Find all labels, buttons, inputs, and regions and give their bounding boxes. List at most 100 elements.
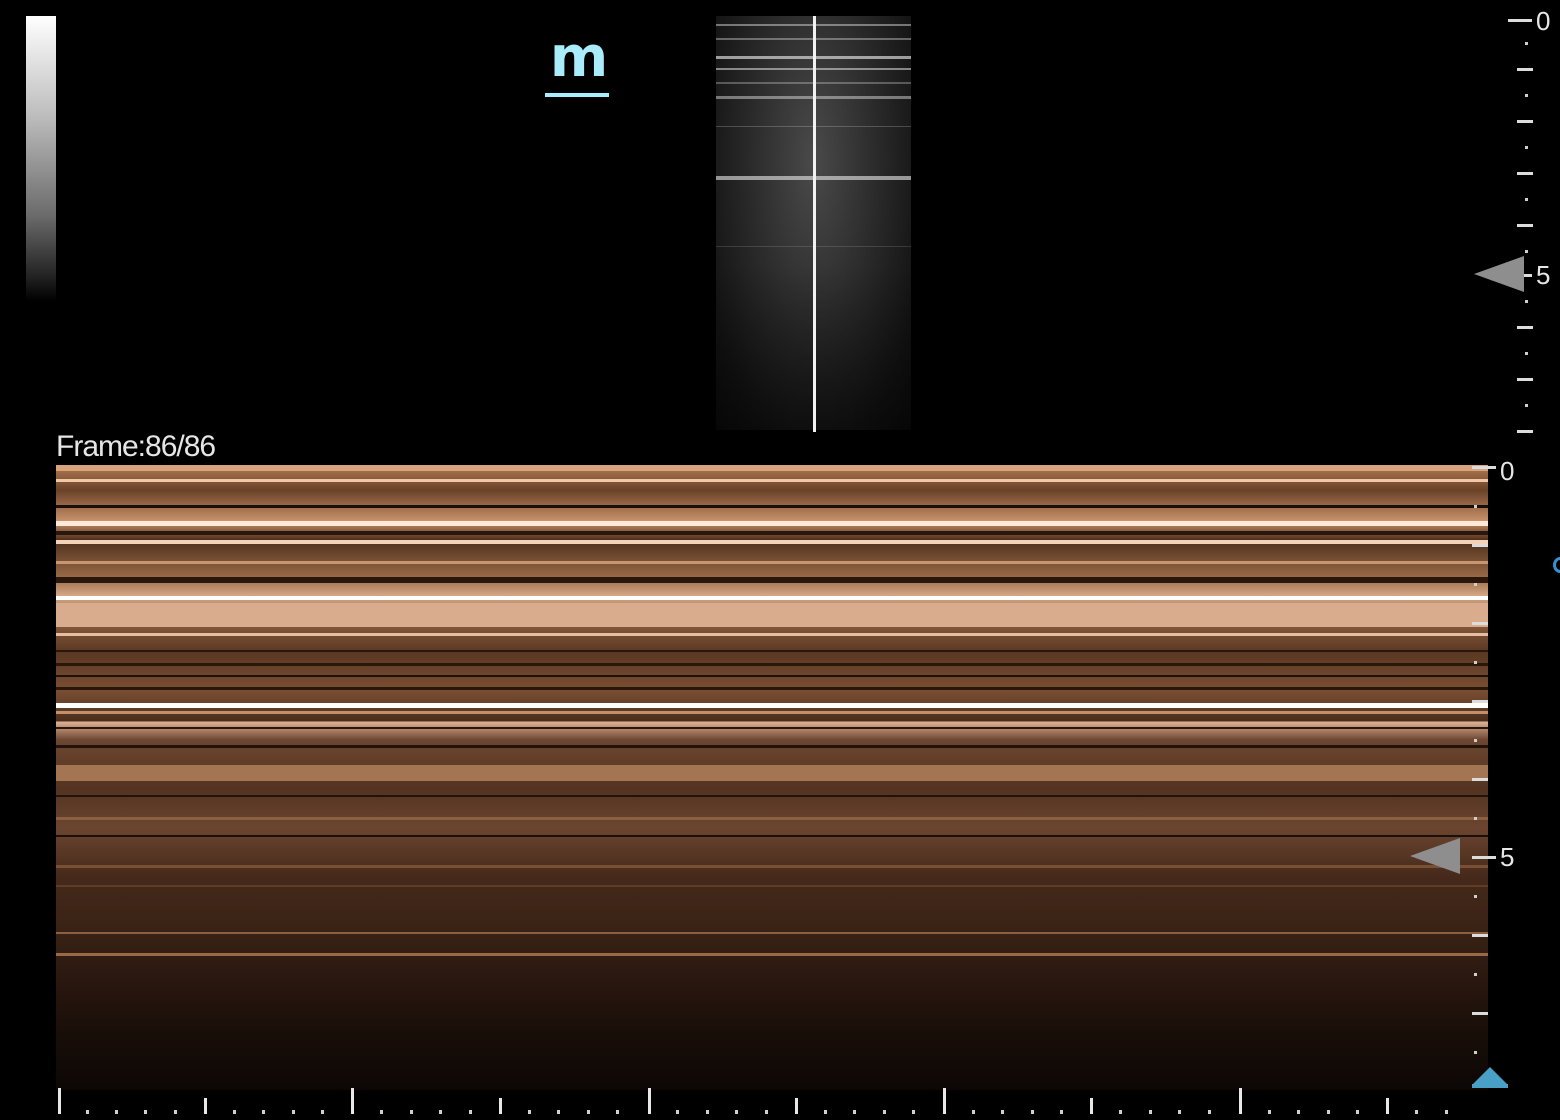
mmode-echo-band bbox=[56, 745, 1488, 748]
time-tick bbox=[380, 1110, 383, 1114]
mmode-cursor-line[interactable] bbox=[813, 16, 816, 432]
depth-tick bbox=[1472, 934, 1488, 937]
mmode-echo-band bbox=[56, 675, 1488, 677]
time-tick-major bbox=[1239, 1088, 1242, 1114]
time-tick bbox=[557, 1110, 560, 1114]
mmode-echo-band bbox=[56, 835, 1488, 837]
depth-tick-dot bbox=[1525, 352, 1528, 355]
time-tick bbox=[1445, 1110, 1448, 1114]
timeline-position-base bbox=[1472, 1084, 1508, 1088]
depth-tick bbox=[1517, 68, 1533, 71]
mmode-echo-band bbox=[56, 531, 1488, 535]
depth-tick bbox=[1517, 224, 1533, 227]
time-tick bbox=[1415, 1110, 1418, 1114]
depth-tick-dot bbox=[1474, 505, 1477, 508]
mmode-pleural-band bbox=[56, 596, 1488, 600]
time-tick-mid bbox=[499, 1098, 502, 1114]
time-tick bbox=[912, 1110, 915, 1114]
timeline-position-icon[interactable] bbox=[1472, 1067, 1508, 1085]
depth-tick-dot bbox=[1525, 300, 1528, 303]
mmode-echo-band bbox=[56, 633, 1488, 636]
focus-triangle-icon[interactable] bbox=[1410, 838, 1460, 874]
mmode-echo-band bbox=[56, 603, 1488, 627]
mmode-echo-band bbox=[56, 727, 1488, 729]
depth-tick-dot bbox=[1474, 1051, 1477, 1054]
mmode-echo-band bbox=[56, 953, 1488, 956]
time-tick bbox=[292, 1110, 295, 1114]
depth-tick-dot bbox=[1474, 739, 1477, 742]
frame-counter: Frame:86/86 bbox=[56, 430, 216, 463]
mmode-trace[interactable] bbox=[56, 465, 1488, 1090]
time-tick bbox=[262, 1110, 265, 1114]
depth-tick-dot bbox=[1474, 973, 1477, 976]
mmode-echo-band bbox=[56, 540, 1488, 544]
time-tick-major bbox=[58, 1088, 61, 1114]
time-tick bbox=[1149, 1110, 1152, 1114]
time-tick bbox=[469, 1110, 472, 1114]
ultrasound-screen: m 0 5 Frame:86/86 0 5 bbox=[0, 0, 1560, 1120]
edge-circle-icon bbox=[1553, 557, 1560, 573]
depth-tick-dot bbox=[1525, 198, 1528, 201]
depth-tick-major bbox=[1472, 466, 1496, 469]
time-tick-mid bbox=[1386, 1098, 1389, 1114]
time-tick bbox=[1356, 1110, 1359, 1114]
time-tick bbox=[1119, 1110, 1122, 1114]
mmode-echo-band bbox=[56, 663, 1488, 666]
time-tick bbox=[765, 1110, 768, 1114]
depth-tick bbox=[1517, 120, 1533, 123]
time-tick bbox=[321, 1110, 324, 1114]
depth-label-0: 0 bbox=[1536, 6, 1551, 36]
mmode-echo-band bbox=[56, 765, 1488, 781]
time-tick bbox=[1178, 1110, 1181, 1114]
depth-tick-major bbox=[1472, 856, 1496, 859]
depth-tick-dot bbox=[1525, 94, 1528, 97]
mmode-echo-band bbox=[56, 479, 1488, 482]
time-tick bbox=[1268, 1110, 1271, 1114]
depth-tick-dot bbox=[1474, 583, 1477, 586]
mmode-echo-band bbox=[56, 650, 1488, 652]
depth-tick bbox=[1517, 326, 1533, 329]
time-tick bbox=[972, 1110, 975, 1114]
depth-tick-dot bbox=[1474, 895, 1477, 898]
mmode-echo-band bbox=[56, 795, 1488, 797]
depth-label-5: 5 bbox=[1536, 260, 1551, 290]
mmode-echo-band bbox=[56, 711, 1488, 714]
focus-triangle-icon[interactable] bbox=[1474, 256, 1524, 292]
time-tick bbox=[115, 1110, 118, 1114]
time-tick bbox=[883, 1110, 886, 1114]
time-tick bbox=[1060, 1110, 1063, 1114]
time-tick bbox=[853, 1110, 856, 1114]
mmode-echo-band bbox=[56, 577, 1488, 583]
time-axis bbox=[56, 1088, 1488, 1116]
time-tick-mid bbox=[1090, 1098, 1093, 1114]
depth-label-0: 0 bbox=[1500, 456, 1515, 486]
time-tick bbox=[706, 1110, 709, 1114]
mmode-echo-band bbox=[56, 932, 1488, 934]
depth-tick bbox=[1472, 544, 1488, 547]
depth-tick bbox=[1472, 1012, 1488, 1015]
depth-tick-dot bbox=[1525, 404, 1528, 407]
mmode-echo-band bbox=[56, 885, 1488, 887]
mmode-reverberation-band bbox=[56, 703, 1488, 708]
time-tick bbox=[174, 1110, 177, 1114]
mode-label: m bbox=[549, 25, 608, 90]
time-tick bbox=[439, 1110, 442, 1114]
time-tick-major bbox=[351, 1088, 354, 1114]
time-tick bbox=[1031, 1110, 1034, 1114]
time-tick bbox=[144, 1110, 147, 1114]
depth-tick bbox=[1472, 700, 1488, 703]
time-tick bbox=[86, 1110, 89, 1114]
mmode-echo-band bbox=[56, 521, 1488, 526]
mmode-echo-band bbox=[56, 865, 1488, 868]
depth-tick-dot bbox=[1525, 42, 1528, 45]
depth-tick bbox=[1472, 622, 1488, 625]
time-tick-major bbox=[943, 1088, 946, 1114]
grayscale-map-bar bbox=[26, 16, 56, 301]
time-tick bbox=[616, 1110, 619, 1114]
mode-label-underline bbox=[545, 93, 609, 97]
time-tick bbox=[735, 1110, 738, 1114]
depth-tick bbox=[1472, 778, 1488, 781]
depth-tick-dot bbox=[1474, 661, 1477, 664]
time-tick bbox=[587, 1110, 590, 1114]
time-tick bbox=[410, 1110, 413, 1114]
